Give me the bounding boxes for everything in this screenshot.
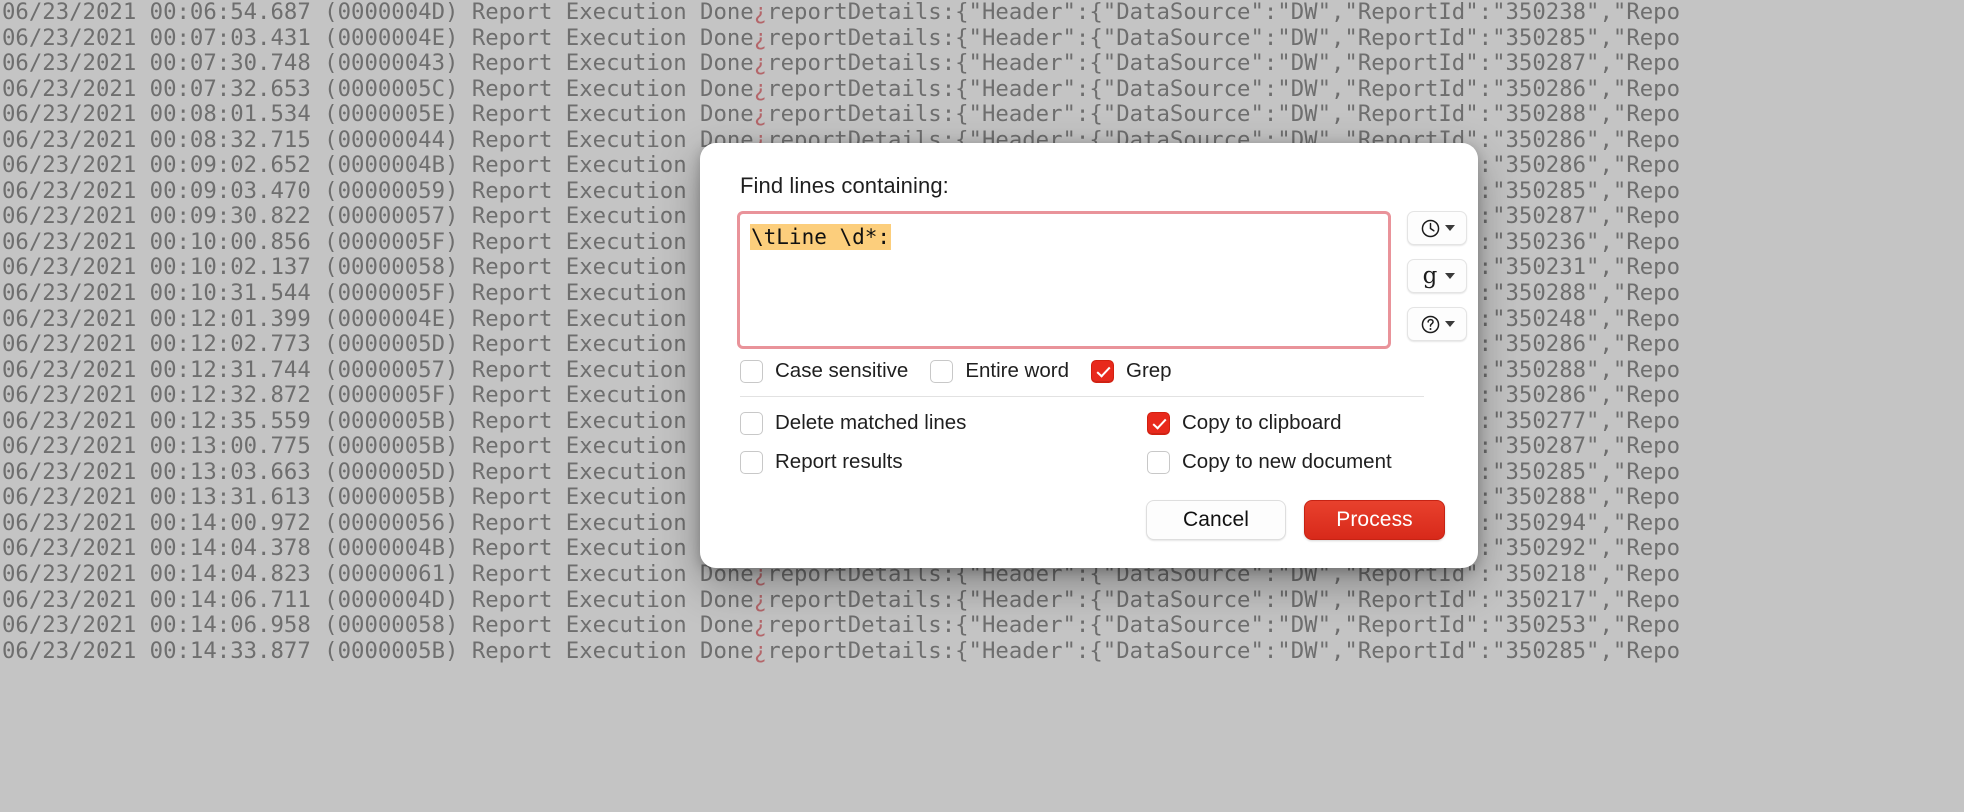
dialog-action-buttons: Cancel Process — [1146, 500, 1445, 540]
search-side-buttons: g — [1407, 211, 1469, 355]
control-char-glyph: ¿ — [753, 637, 768, 664]
checkbox-copy-to-new-document[interactable]: Copy to new document — [1147, 450, 1392, 474]
find-lines-dialog: Find lines containing: \tLine \d*: g Cas… — [700, 143, 1478, 568]
grep-presets-dropdown-button[interactable]: g — [1407, 259, 1467, 293]
checkbox-label: Case sensitive — [775, 359, 909, 382]
log-line: 06/23/2021 00:07:30.748 (00000043) Repor… — [2, 50, 1681, 77]
log-line: 06/23/2021 00:07:03.431 (0000004E) Repor… — [2, 24, 1681, 51]
options-divider — [740, 396, 1424, 397]
control-char-glyph: ¿ — [753, 50, 768, 77]
chevron-down-icon — [1445, 225, 1455, 231]
control-char-glyph: ¿ — [753, 612, 768, 639]
checkbox-report-results[interactable]: Report results — [740, 450, 1125, 474]
checkbox-entire-word[interactable]: Entire word — [930, 359, 1069, 383]
help-dropdown-button[interactable] — [1407, 307, 1467, 341]
search-input-value: \tLine \d*: — [750, 224, 892, 250]
checkbox-delete-matched-lines[interactable]: Delete matched lines — [740, 411, 1125, 435]
control-char-glyph: ¿ — [753, 75, 768, 102]
process-button[interactable]: Process — [1304, 500, 1445, 540]
screen: 06/23/2021 00:06:54.687 (0000004D) Repor… — [0, 0, 1964, 812]
cancel-button[interactable]: Cancel — [1146, 500, 1286, 540]
checkbox-checked-icon[interactable] — [1091, 359, 1114, 383]
log-line: 06/23/2021 00:14:06.711 (0000004D) Repor… — [2, 586, 1681, 613]
checkbox-grep[interactable]: Grep — [1091, 359, 1172, 383]
checkbox-empty-icon[interactable] — [740, 450, 763, 474]
checkbox-label: Delete matched lines — [775, 411, 967, 434]
control-char-glyph: ¿ — [753, 24, 768, 51]
options-row: Report results Copy to new document — [740, 450, 1440, 474]
question-mark-icon — [1419, 313, 1441, 335]
control-char-glyph: ¿ — [753, 0, 768, 25]
checkbox-case-sensitive[interactable]: Case sensitive — [740, 359, 908, 383]
log-line: 06/23/2021 00:08:01.534 (0000005E) Repor… — [2, 101, 1681, 128]
checkbox-empty-icon[interactable] — [930, 359, 954, 383]
log-line: 06/23/2021 00:06:54.687 (0000004D) Repor… — [2, 0, 1681, 25]
control-char-glyph: ¿ — [753, 101, 768, 128]
checkbox-label: Copy to clipboard — [1182, 411, 1342, 434]
checkbox-label: Copy to new document — [1182, 450, 1392, 473]
search-options-row: Case sensitive Entire word Grep — [740, 359, 1172, 383]
checkbox-label: Report results — [775, 450, 903, 473]
log-line: 06/23/2021 00:07:32.653 (0000005C) Repor… — [2, 75, 1681, 102]
log-line: 06/23/2021 00:14:06.958 (00000058) Repor… — [2, 612, 1681, 639]
checkbox-empty-icon[interactable] — [1147, 450, 1170, 474]
g-letter-icon: g — [1422, 263, 1438, 289]
log-line: 06/23/2021 00:14:33.877 (0000005B) Repor… — [2, 637, 1681, 664]
control-char-glyph: ¿ — [753, 586, 768, 613]
checkbox-checked-icon[interactable] — [1147, 411, 1170, 435]
dialog-title: Find lines containing: — [740, 173, 949, 198]
checkbox-empty-icon[interactable] — [740, 359, 763, 383]
checkbox-empty-icon[interactable] — [740, 411, 763, 435]
checkbox-label: Entire word — [965, 359, 1069, 382]
checkbox-label: Grep — [1126, 359, 1172, 382]
search-input[interactable]: \tLine \d*: — [737, 211, 1391, 349]
chevron-down-icon — [1445, 321, 1455, 327]
options-row: Delete matched lines Copy to clipboard — [740, 411, 1440, 435]
output-options-grid: Delete matched lines Copy to clipboard Rep… — [740, 411, 1440, 489]
chevron-down-icon — [1445, 273, 1455, 279]
checkbox-copy-to-clipboard[interactable]: Copy to clipboard — [1147, 411, 1342, 435]
clock-icon — [1419, 217, 1441, 239]
history-dropdown-button[interactable] — [1407, 211, 1467, 245]
